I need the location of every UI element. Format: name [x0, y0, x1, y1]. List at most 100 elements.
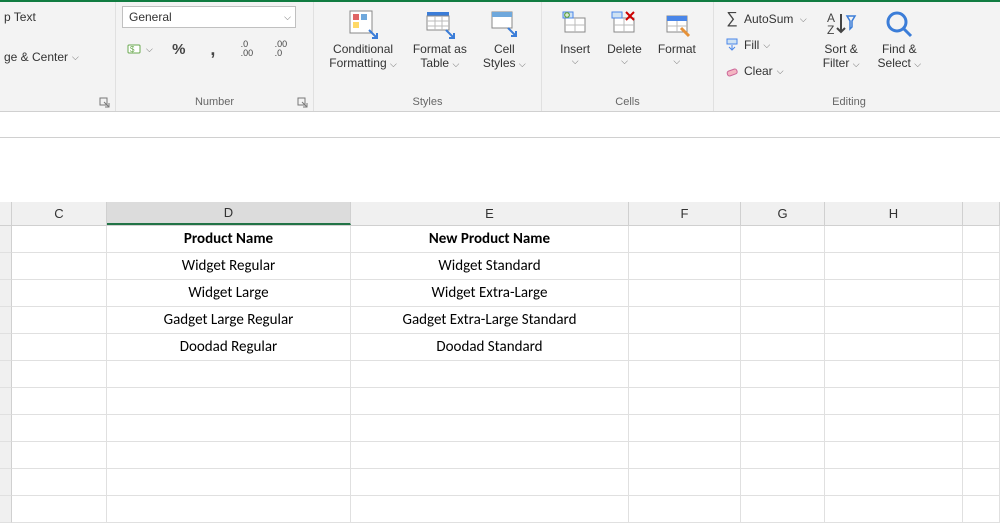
cell[interactable] [825, 253, 963, 280]
cell[interactable] [825, 226, 963, 253]
cell[interactable] [741, 307, 825, 334]
accounting-format-button[interactable]: $ ⌵ [122, 38, 157, 60]
worksheet-grid[interactable]: C D E F G H Product Name New Product Nam… [0, 202, 1000, 523]
cell[interactable] [12, 253, 107, 280]
merge-center-button[interactable]: ge & Center ⌵ [0, 46, 83, 68]
cell[interactable] [963, 388, 1000, 415]
cell[interactable] [12, 496, 107, 523]
col-header-f[interactable]: F [629, 202, 741, 225]
cell-styles-button[interactable]: Cell Styles ⌵ [477, 6, 532, 73]
sort-filter-button[interactable]: AZ Sort & Filter ⌵ [817, 6, 866, 73]
cell[interactable] [351, 442, 629, 469]
increase-decimal-button[interactable]: .0.00 [235, 38, 259, 60]
cell[interactable] [107, 388, 351, 415]
cell[interactable]: Gadget Extra-Large Standard [351, 307, 629, 334]
cell[interactable] [629, 307, 741, 334]
cell[interactable] [12, 388, 107, 415]
cell[interactable] [629, 388, 741, 415]
cell[interactable] [963, 415, 1000, 442]
cell[interactable]: Widget Large [107, 280, 351, 307]
cell[interactable] [107, 442, 351, 469]
number-dialog-launcher[interactable] [297, 97, 309, 109]
cell[interactable] [741, 334, 825, 361]
format-button[interactable]: Format ⌵ [652, 6, 702, 69]
cell[interactable] [12, 334, 107, 361]
cell[interactable] [12, 415, 107, 442]
cell[interactable] [351, 415, 629, 442]
col-header-g[interactable]: G [741, 202, 825, 225]
autosum-button[interactable]: ∑ AutoSum ⌵ [720, 8, 811, 30]
cell[interactable]: Widget Regular [107, 253, 351, 280]
cell[interactable] [12, 442, 107, 469]
cell[interactable] [12, 361, 107, 388]
decrease-decimal-button[interactable]: .00.0 [269, 38, 293, 60]
cell[interactable] [825, 415, 963, 442]
cell[interactable] [351, 388, 629, 415]
cell[interactable] [351, 361, 629, 388]
insert-button[interactable]: Insert ⌵ [553, 6, 597, 69]
cell[interactable] [629, 469, 741, 496]
cell[interactable] [629, 253, 741, 280]
cell[interactable] [741, 361, 825, 388]
cell[interactable] [629, 226, 741, 253]
cell[interactable] [629, 415, 741, 442]
cell[interactable] [629, 280, 741, 307]
cell[interactable] [107, 415, 351, 442]
wrap-text-button[interactable]: p Text [0, 6, 40, 28]
cell[interactable] [351, 496, 629, 523]
cell[interactable] [825, 496, 963, 523]
cell[interactable] [963, 469, 1000, 496]
cell[interactable]: New Product Name [351, 226, 629, 253]
cell[interactable] [629, 496, 741, 523]
cell[interactable] [741, 253, 825, 280]
comma-button[interactable]: , [201, 38, 225, 60]
cell[interactable] [107, 469, 351, 496]
cell[interactable] [963, 334, 1000, 361]
cell[interactable] [12, 307, 107, 334]
cell[interactable] [963, 280, 1000, 307]
cell[interactable]: Doodad Standard [351, 334, 629, 361]
cell[interactable] [825, 280, 963, 307]
cell[interactable] [12, 226, 107, 253]
cell[interactable] [741, 469, 825, 496]
cell[interactable]: Widget Standard [351, 253, 629, 280]
cell[interactable] [825, 307, 963, 334]
cell[interactable] [741, 415, 825, 442]
cell[interactable] [741, 280, 825, 307]
cell[interactable]: Gadget Large Regular [107, 307, 351, 334]
cell[interactable] [107, 496, 351, 523]
cell[interactable] [629, 361, 741, 388]
find-select-button[interactable]: Find & Select ⌵ [872, 6, 928, 73]
cell[interactable] [741, 388, 825, 415]
col-header-d[interactable]: D [107, 202, 351, 225]
cell[interactable] [963, 496, 1000, 523]
cell[interactable] [963, 361, 1000, 388]
cell[interactable] [825, 469, 963, 496]
cell[interactable]: Product Name [107, 226, 351, 253]
clear-button[interactable]: Clear ⌵ [720, 60, 788, 82]
cell[interactable] [825, 334, 963, 361]
cell[interactable] [12, 280, 107, 307]
cell[interactable] [741, 442, 825, 469]
cell[interactable] [741, 226, 825, 253]
format-as-table-button[interactable]: Format as Table ⌵ [407, 6, 473, 73]
cell[interactable] [629, 442, 741, 469]
cell[interactable]: Doodad Regular [107, 334, 351, 361]
cell[interactable] [825, 442, 963, 469]
cell[interactable] [741, 496, 825, 523]
percent-button[interactable]: % [167, 38, 191, 60]
cell[interactable] [351, 469, 629, 496]
col-header-e[interactable]: E [351, 202, 629, 225]
cell[interactable] [963, 307, 1000, 334]
col-header-i[interactable] [963, 202, 1000, 225]
cell[interactable] [963, 226, 1000, 253]
delete-button[interactable]: Delete ⌵ [601, 6, 648, 69]
cell[interactable] [107, 361, 351, 388]
fill-button[interactable]: Fill ⌵ [720, 34, 774, 56]
alignment-dialog-launcher[interactable] [99, 97, 111, 109]
cell[interactable] [825, 388, 963, 415]
cell[interactable] [963, 253, 1000, 280]
cell[interactable] [963, 442, 1000, 469]
cell[interactable] [825, 361, 963, 388]
cell[interactable] [629, 334, 741, 361]
